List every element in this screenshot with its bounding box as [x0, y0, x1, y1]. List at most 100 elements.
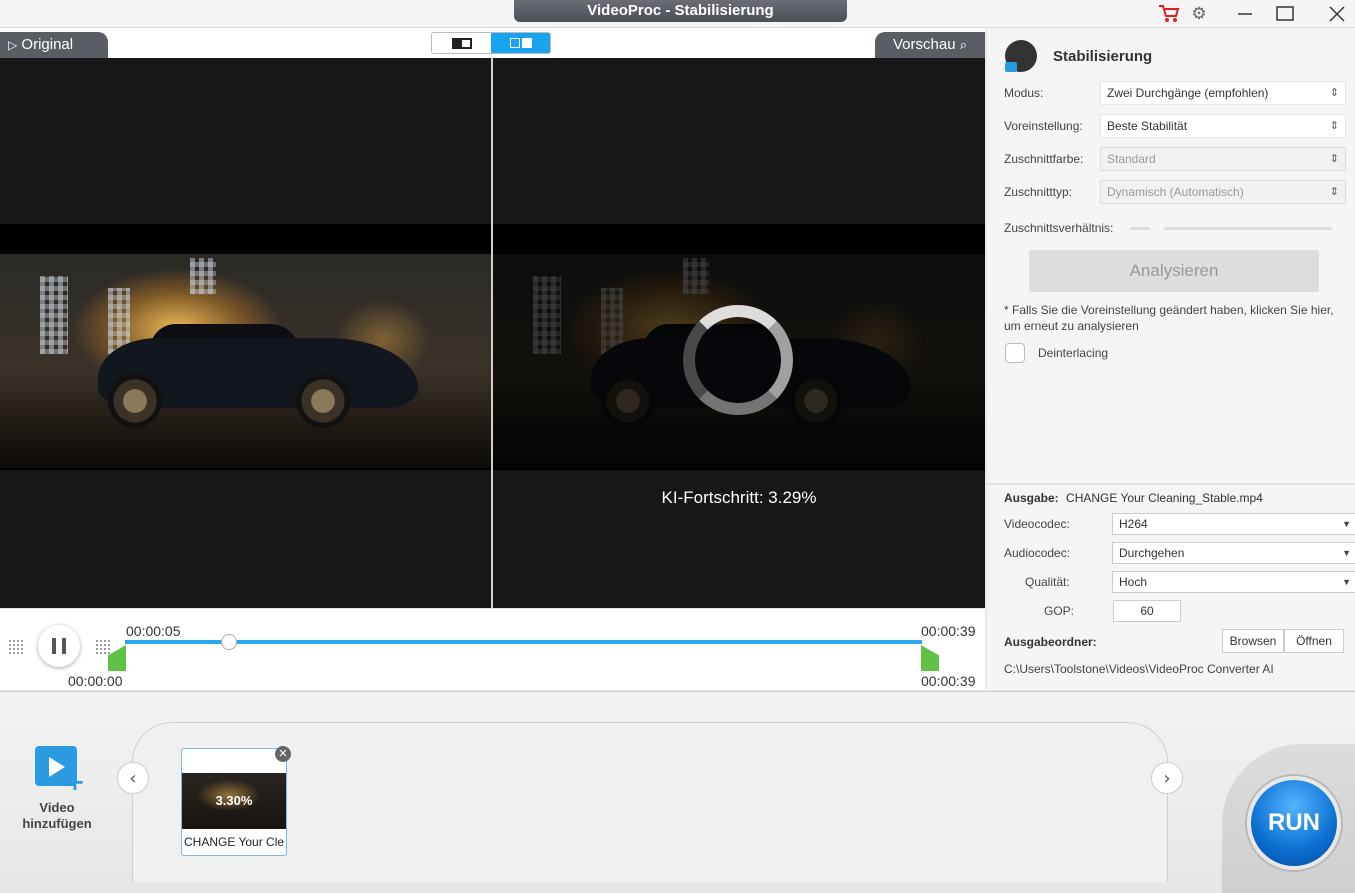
scroll-left-button[interactable]: ‹: [117, 762, 149, 794]
preset-select[interactable]: Beste Stabilität ⇕: [1100, 114, 1346, 138]
close-icon[interactable]: [1325, 3, 1349, 25]
original-label: ▷ Original: [0, 32, 108, 58]
updown-icon: ⇕: [1329, 153, 1339, 165]
output-panel: Ausgabe: CHANGE Your Cleaning_Stable.mp4…: [987, 484, 1355, 690]
original-video-frame: [0, 58, 491, 608]
videocodec-row: Videocodec: H264 ▼: [1004, 513, 1355, 535]
browse-button[interactable]: Browsen: [1222, 629, 1284, 653]
gear-icon[interactable]: ⚙: [1187, 3, 1211, 25]
original-label-text: Original: [21, 36, 74, 53]
open-folder-button[interactable]: Öffnen: [1284, 629, 1344, 653]
dropdown-arrow-icon: ▼: [1342, 548, 1351, 558]
output-folder-label: Ausgabeordner:: [1004, 635, 1097, 649]
audiocodec-dropdown[interactable]: Durchgehen ▼: [1112, 542, 1355, 564]
deinterlacing-checkbox[interactable]: [1005, 343, 1025, 363]
split-view-icon: [509, 38, 532, 48]
start-time: 00:00:00: [68, 673, 123, 689]
search-icon[interactable]: ⌕: [960, 37, 967, 52]
video-thumbnail[interactable]: 3.30% CHANGE Your Cle: [181, 748, 287, 856]
split-view-button[interactable]: [491, 33, 550, 53]
mode-select[interactable]: Zwei Durchgänge (empfohlen) ⇕: [1100, 81, 1346, 105]
preview-area: ▷ Original Vorschau ⌕ KI-Fortschritt: 3.…: [0, 28, 985, 608]
video-tray: [132, 722, 1168, 882]
crop-color-row: Zuschnittfarbe: Standard ⇕: [1004, 147, 1346, 171]
output-folder-path: C:\Users\Toolstone\Videos\VideoProc Conv…: [1004, 662, 1274, 676]
output-filename: CHANGE Your Cleaning_Stable.mp4: [1066, 491, 1263, 505]
single-view-button[interactable]: [432, 33, 491, 53]
play-icon: ▷: [8, 38, 18, 52]
window-title: VideoProc - Stabilisierung: [514, 0, 847, 22]
chevron-left-icon: ‹: [129, 767, 137, 789]
current-time: 00:00:05: [126, 623, 181, 639]
gop-row: GOP: 60: [1004, 600, 1354, 622]
remove-video-icon[interactable]: ✕: [275, 746, 291, 762]
timeline: 00:00:05 00:00:39 00:00:00 00:00:39: [0, 608, 985, 690]
video-image: [0, 254, 491, 468]
end-time-top: 00:00:39: [921, 623, 976, 639]
add-video-label: Video hinzufügen: [22, 800, 92, 831]
crop-type-row: Zuschnitttyp: Dynamisch (Automatisch) ⇕: [1004, 180, 1346, 204]
crop-color-select[interactable]: Standard ⇕: [1100, 147, 1346, 171]
end-time-bottom: 00:00:39: [921, 673, 976, 689]
loading-spinner-icon: [683, 305, 793, 415]
crop-ratio-label: Zuschnittsverhältnis:: [1004, 221, 1114, 235]
mode-label: Modus:: [1004, 86, 1044, 100]
crop-color-label: Zuschnittfarbe:: [1004, 152, 1084, 166]
panel-header: Stabilisierung: [1005, 40, 1152, 72]
quality-label: Qualität:: [1025, 575, 1070, 589]
updown-icon: ⇕: [1329, 186, 1339, 198]
output-label: Ausgabe:: [1004, 491, 1059, 505]
crop-type-select[interactable]: Dynamisch (Automatisch) ⇕: [1100, 180, 1346, 204]
bottom-bar: + Video hinzufügen ‹ › 3.30% CHANGE Your…: [0, 691, 1355, 893]
cart-icon[interactable]: [1157, 3, 1181, 25]
preview-video-frame: KI-Fortschritt: 3.29%: [493, 58, 985, 608]
crop-ratio-slider[interactable]: [1164, 227, 1332, 230]
preview-label: Vorschau ⌕: [875, 32, 985, 58]
drag-handle-icon[interactable]: [8, 639, 24, 655]
run-button[interactable]: RUN: [1247, 776, 1341, 870]
deinterlacing-label: Deinterlacing: [1038, 346, 1109, 360]
chevron-right-icon: ›: [1163, 767, 1171, 789]
ki-progress-text: KI-Fortschritt: 3.29%: [661, 488, 817, 507]
timeline-track[interactable]: [125, 640, 922, 644]
timeline-playhead[interactable]: [220, 634, 237, 650]
crop-ratio-row: Zuschnittsverhältnis:: [1004, 216, 1346, 240]
view-mode-toggle[interactable]: [431, 32, 551, 54]
updown-icon: ⇕: [1329, 87, 1339, 99]
videocodec-dropdown[interactable]: H264 ▼: [1112, 513, 1355, 535]
stabilization-panel: Stabilisierung Modus: Zwei Durchgänge (e…: [987, 28, 1355, 483]
quality-dropdown[interactable]: Hoch ▼: [1112, 571, 1355, 593]
updown-icon: ⇕: [1329, 120, 1339, 132]
crop-ratio-slider-min[interactable]: [1130, 227, 1150, 230]
preview-header: ▷ Original Vorschau ⌕: [0, 28, 985, 58]
title-bar: VideoProc - Stabilisierung ⚙: [0, 0, 1355, 28]
output-filename-row: Ausgabe: CHANGE Your Cleaning_Stable.mp4: [1004, 491, 1263, 505]
film-reel-icon: [1005, 40, 1037, 72]
preset-row: Voreinstellung: Beste Stabilität ⇕: [1004, 114, 1346, 138]
drag-handle-icon[interactable]: [95, 639, 111, 655]
quality-row: Qualität: Hoch ▼: [1004, 571, 1355, 593]
dropdown-arrow-icon: ▼: [1342, 519, 1351, 529]
audiocodec-label: Audiocodec:: [1004, 546, 1071, 560]
crop-type-label: Zuschnitttyp:: [1004, 185, 1073, 199]
audiocodec-row: Audiocodec: Durchgehen ▼: [1004, 542, 1355, 564]
preview-label-text: Vorschau: [893, 36, 956, 53]
pause-button[interactable]: [38, 625, 80, 667]
thumbnail-progress: 3.30%: [215, 793, 253, 808]
maximize-icon[interactable]: [1273, 3, 1297, 25]
thumbnail-name: CHANGE Your Cle: [184, 835, 284, 849]
gop-input[interactable]: 60: [1113, 600, 1181, 622]
videocodec-label: Videocodec:: [1004, 517, 1070, 531]
panel-title: Stabilisierung: [1053, 47, 1153, 65]
reanalyze-hint: * Falls Sie die Voreinstellung geändert …: [1004, 303, 1334, 333]
preset-label: Voreinstellung:: [1004, 119, 1083, 133]
analyze-button[interactable]: Analysieren: [1029, 250, 1319, 292]
add-video-button[interactable]: + Video hinzufügen: [18, 742, 96, 832]
add-video-icon: +: [29, 742, 85, 794]
dropdown-arrow-icon: ▼: [1342, 577, 1351, 587]
scroll-right-button[interactable]: ›: [1151, 762, 1183, 794]
gop-label: GOP:: [1044, 604, 1075, 618]
trim-end-handle[interactable]: [921, 645, 939, 671]
minimize-icon[interactable]: [1233, 3, 1257, 25]
mode-row: Modus: Zwei Durchgänge (empfohlen) ⇕: [1004, 81, 1346, 105]
